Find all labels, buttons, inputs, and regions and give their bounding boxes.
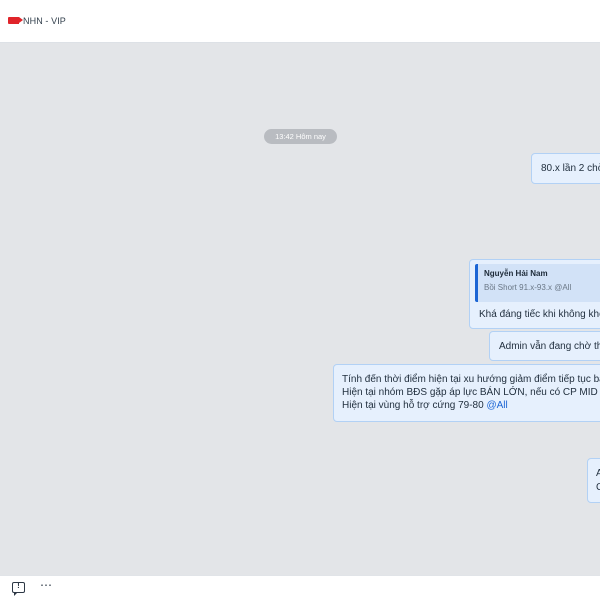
message-bubble[interactable]: 80.x lần 2 chờ bbox=[531, 153, 600, 184]
quoted-message[interactable]: Nguyễn Hải Nam Bồi Short 91.x-93.x @All bbox=[475, 264, 600, 302]
message-line: A bbox=[596, 467, 600, 481]
message-line-text: Hiện tại vùng hỗ trợ cứng 79-80 bbox=[342, 400, 487, 411]
bottom-toolbar: ⋯ bbox=[0, 575, 600, 600]
quick-message-icon[interactable] bbox=[12, 581, 25, 596]
message-text: Admin vẫn đang chờ thủ bbox=[499, 341, 600, 352]
quoted-text: Bồi Short 91.x-93.x @All bbox=[484, 283, 572, 292]
more-icon[interactable]: ⋯ bbox=[40, 578, 52, 592]
mention-link[interactable]: @All bbox=[486, 400, 507, 411]
tag-icon[interactable] bbox=[8, 17, 23, 24]
conversation-title[interactable]: NHN - VIP bbox=[23, 16, 66, 26]
reply-message-bubble[interactable]: Nguyễn Hải Nam Bồi Short 91.x-93.x @All … bbox=[469, 259, 600, 329]
quoted-author: Nguyễn Hải Nam bbox=[484, 269, 548, 278]
time-separator: 13:42 Hôm nay bbox=[264, 129, 337, 144]
message-line: C bbox=[596, 481, 600, 495]
chat-header: NHN - VIP bbox=[0, 0, 600, 43]
message-text: 80.x lần 2 chờ bbox=[541, 163, 600, 174]
message-line: Hiện tại vùng hỗ trợ cứng 79-80 @All bbox=[342, 399, 600, 412]
message-bubble[interactable]: Tính đến thời điểm hiện tại xu hướng giả… bbox=[333, 364, 600, 422]
message-bubble[interactable]: A C bbox=[587, 458, 600, 503]
message-text: Khá đáng tiếc khi không khớp bbox=[479, 309, 600, 320]
message-bubble[interactable]: Admin vẫn đang chờ thủ bbox=[489, 331, 600, 361]
message-line: Hiện tại nhóm BĐS gặp áp lực BÁN LỚN, nế… bbox=[342, 387, 600, 398]
message-line: Tính đến thời điểm hiện tại xu hướng giả… bbox=[342, 374, 600, 385]
message-list[interactable]: 13:42 Hôm nay 80.x lần 2 chờ Nguyễn Hải … bbox=[0, 43, 600, 575]
